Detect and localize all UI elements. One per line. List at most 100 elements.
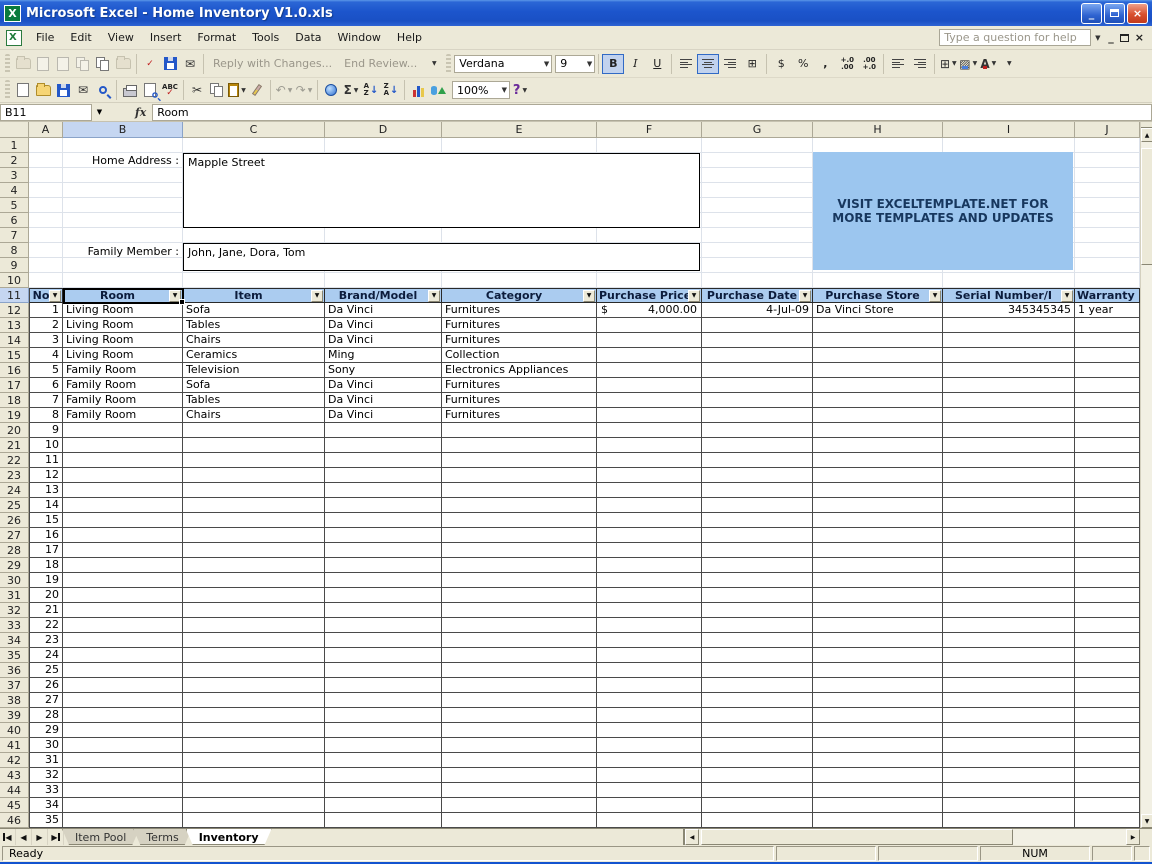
cell-H39[interactable] xyxy=(813,708,943,723)
cell-I35[interactable] xyxy=(943,648,1075,663)
cell-G26[interactable] xyxy=(702,513,813,528)
cell-D44[interactable] xyxy=(325,783,442,798)
cell-J22[interactable] xyxy=(1075,453,1140,468)
cell-F38[interactable] xyxy=(597,693,702,708)
cell-I39[interactable] xyxy=(943,708,1075,723)
cell-E38[interactable] xyxy=(442,693,597,708)
cell-I28[interactable] xyxy=(943,543,1075,558)
cell-I27[interactable] xyxy=(943,528,1075,543)
cell-C22[interactable] xyxy=(183,453,325,468)
column-header-H[interactable]: H xyxy=(813,122,943,138)
tab-terms[interactable]: Terms xyxy=(133,829,191,845)
cell-F29[interactable] xyxy=(597,558,702,573)
row-header-40[interactable]: 40 xyxy=(0,723,29,738)
cell-G34[interactable] xyxy=(702,633,813,648)
cell-B31[interactable] xyxy=(63,588,183,603)
cell-D25[interactable] xyxy=(325,498,442,513)
cell-C27[interactable] xyxy=(183,528,325,543)
question-input[interactable]: Type a question for help xyxy=(939,29,1091,46)
cell-C21[interactable] xyxy=(183,438,325,453)
cell-D35[interactable] xyxy=(325,648,442,663)
show-all-comments-icon[interactable] xyxy=(93,54,113,74)
cell-A30[interactable]: 19 xyxy=(29,573,63,588)
cell-C11[interactable]: Item▼ xyxy=(183,288,325,303)
cell-C40[interactable] xyxy=(183,723,325,738)
cell-G9[interactable] xyxy=(702,258,813,273)
cell-E40[interactable] xyxy=(442,723,597,738)
cell-I43[interactable] xyxy=(943,768,1075,783)
cell-D17[interactable]: Da Vinci xyxy=(325,378,442,393)
cell-F15[interactable] xyxy=(597,348,702,363)
cell-I24[interactable] xyxy=(943,483,1075,498)
cell-J14[interactable] xyxy=(1075,333,1140,348)
cell-D12[interactable]: Da Vinci xyxy=(325,303,442,318)
cell-B29[interactable] xyxy=(63,558,183,573)
cell-J17[interactable] xyxy=(1075,378,1140,393)
cell-D36[interactable] xyxy=(325,663,442,678)
save-icon[interactable] xyxy=(53,80,73,100)
cell-F37[interactable] xyxy=(597,678,702,693)
filter-dropdown-category[interactable]: ▼ xyxy=(583,290,595,302)
cell-E36[interactable] xyxy=(442,663,597,678)
cell-H36[interactable] xyxy=(813,663,943,678)
cell-G29[interactable] xyxy=(702,558,813,573)
cell-A26[interactable]: 15 xyxy=(29,513,63,528)
spelling-icon[interactable]: ABC✓ xyxy=(160,80,180,100)
cell-H11[interactable]: Purchase Store▼ xyxy=(813,288,943,303)
cell-H27[interactable] xyxy=(813,528,943,543)
cell-F14[interactable] xyxy=(597,333,702,348)
cell-B16[interactable]: Family Room xyxy=(63,363,183,378)
cell-B1[interactable] xyxy=(63,138,183,153)
row-header-34[interactable]: 34 xyxy=(0,633,29,648)
row-header-46[interactable]: 46 xyxy=(0,813,29,828)
row-header-10[interactable]: 10 xyxy=(0,273,29,288)
cell-A19[interactable]: 8 xyxy=(29,408,63,423)
delete-comment-icon[interactable] xyxy=(113,54,133,74)
cell-J38[interactable] xyxy=(1075,693,1140,708)
font-size-combo[interactable]: 9▼ xyxy=(555,55,595,73)
cell-F26[interactable] xyxy=(597,513,702,528)
cell-A14[interactable]: 3 xyxy=(29,333,63,348)
cell-E31[interactable] xyxy=(442,588,597,603)
cell-G6[interactable] xyxy=(702,213,813,228)
cell-C39[interactable] xyxy=(183,708,325,723)
cell-I21[interactable] xyxy=(943,438,1075,453)
cell-G43[interactable] xyxy=(702,768,813,783)
menu-tools[interactable]: Tools xyxy=(244,28,287,47)
cell-A29[interactable]: 18 xyxy=(29,558,63,573)
cell-H16[interactable] xyxy=(813,363,943,378)
cell-G28[interactable] xyxy=(702,543,813,558)
cell-J12[interactable]: 1 year xyxy=(1075,303,1140,318)
cell-G1[interactable] xyxy=(702,138,813,153)
cell-H32[interactable] xyxy=(813,603,943,618)
toolbar-grip[interactable] xyxy=(5,80,10,100)
cell-E39[interactable] xyxy=(442,708,597,723)
cut-icon[interactable]: ✂ xyxy=(187,80,207,100)
cell-B5[interactable] xyxy=(63,198,183,213)
cell-D45[interactable] xyxy=(325,798,442,813)
tab-item-pool[interactable]: Item Pool xyxy=(62,829,139,845)
cell-B20[interactable] xyxy=(63,423,183,438)
cell-I29[interactable] xyxy=(943,558,1075,573)
cell-I41[interactable] xyxy=(943,738,1075,753)
cell-B3[interactable] xyxy=(63,168,183,183)
increase-indent-button[interactable] xyxy=(909,54,931,74)
cell-I1[interactable] xyxy=(943,138,1075,153)
cell-G3[interactable] xyxy=(702,168,813,183)
cell-G13[interactable] xyxy=(702,318,813,333)
cell-J39[interactable] xyxy=(1075,708,1140,723)
align-right-button[interactable] xyxy=(719,54,741,74)
cell-E10[interactable] xyxy=(442,273,597,288)
merge-workbooks-icon[interactable] xyxy=(160,54,180,74)
menu-data[interactable]: Data xyxy=(287,28,329,47)
menu-edit[interactable]: Edit xyxy=(62,28,99,47)
row-header-45[interactable]: 45 xyxy=(0,798,29,813)
row-header-36[interactable]: 36 xyxy=(0,663,29,678)
cell-A25[interactable]: 14 xyxy=(29,498,63,513)
column-header-F[interactable]: F xyxy=(597,122,702,138)
cell-H28[interactable] xyxy=(813,543,943,558)
doc-minimize-button[interactable]: _ xyxy=(1108,31,1114,44)
filter-dropdown-brand[interactable]: ▼ xyxy=(428,290,440,302)
cell-F42[interactable] xyxy=(597,753,702,768)
cell-C46[interactable] xyxy=(183,813,325,828)
